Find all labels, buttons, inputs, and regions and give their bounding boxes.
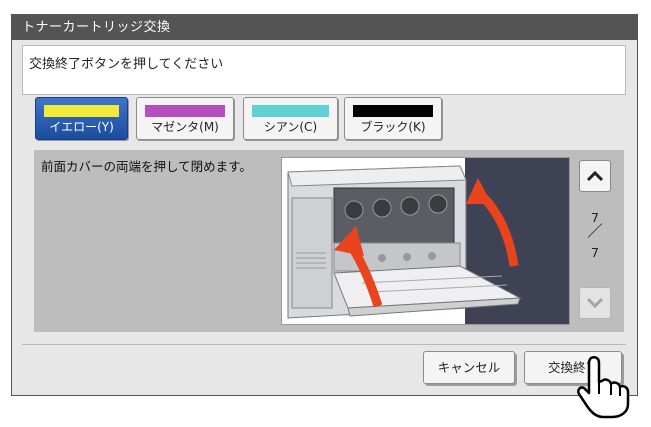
close-front-cover-illustration — [281, 157, 570, 325]
step-instruction: 前面カバーの両端を押して閉めます。 — [41, 159, 252, 174]
black-toner-button[interactable]: ブラック(K) — [344, 97, 442, 140]
yellow-toner-button[interactable]: イエロー(Y) — [35, 97, 128, 140]
window-title: トナーカートリッジ交換 — [12, 15, 637, 40]
cyan-swatch — [252, 105, 329, 117]
magenta-toner-label: マゼンタ(M) — [151, 120, 219, 134]
page-separator — [587, 223, 603, 238]
chevron-down-icon — [586, 297, 604, 309]
magenta-swatch — [145, 105, 225, 117]
yellow-swatch — [44, 105, 119, 117]
black-swatch — [353, 105, 433, 117]
toner-replacement-panel: トナーカートリッジ交換 交換終了ボタンを押してください イエロー(Y) マゼンタ… — [11, 14, 638, 396]
divider — [22, 344, 626, 345]
black-toner-label: ブラック(K) — [360, 120, 426, 134]
cancel-button[interactable]: キャンセル — [423, 351, 515, 384]
message-box: 交換終了ボタンを押してください — [22, 45, 626, 95]
cyan-toner-button[interactable]: シアン(C) — [243, 97, 338, 140]
yellow-toner-label: イエロー(Y) — [49, 120, 114, 134]
scroll-down-button[interactable] — [579, 287, 611, 319]
printer-illustration — [282, 158, 569, 324]
instruction-message: 交換終了ボタンを押してください — [29, 57, 224, 72]
cyan-toner-label: シアン(C) — [263, 120, 318, 134]
current-page: 7 — [591, 210, 599, 225]
instruction-area: 前面カバーの両端を押して閉めます。 7 7 — [34, 150, 624, 332]
total-pages: 7 — [591, 245, 599, 260]
chevron-up-icon — [586, 170, 604, 182]
scroll-up-button[interactable] — [579, 160, 611, 192]
magenta-toner-button[interactable]: マゼンタ(M) — [136, 97, 234, 140]
hand-pointer-icon — [577, 355, 630, 419]
